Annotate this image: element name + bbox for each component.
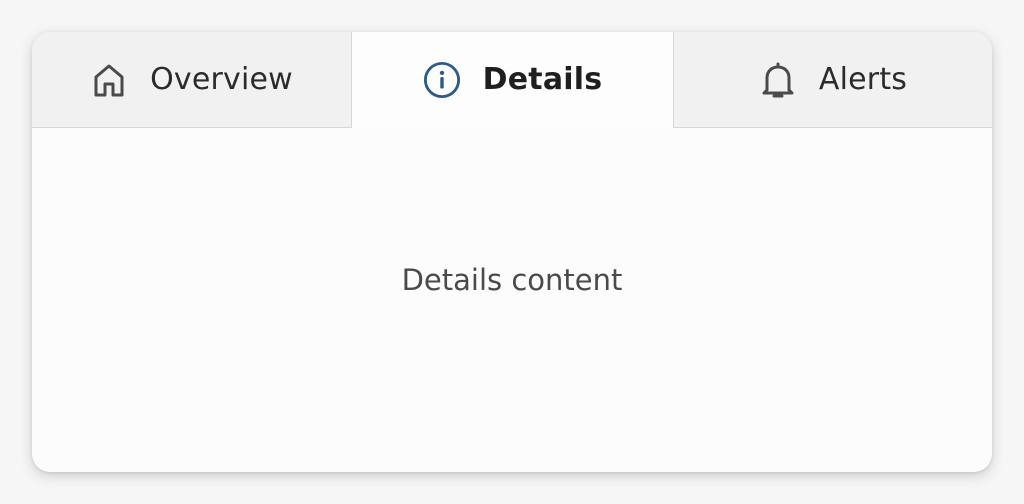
bell-icon <box>759 61 797 99</box>
tabs-card: Overview Details Alerts Details content <box>32 32 992 472</box>
tab-details[interactable]: Details <box>352 32 673 128</box>
tab-alerts-label: Alerts <box>818 61 908 97</box>
tab-overview-label: Overview <box>150 61 293 97</box>
tab-details-label: Details <box>482 62 603 97</box>
home-icon <box>90 61 128 99</box>
tab-overview[interactable]: Overview <box>32 32 352 128</box>
tab-panel: Details content <box>32 128 992 472</box>
tab-panel-text: Details content <box>401 263 623 297</box>
tab-alerts[interactable]: Alerts <box>673 32 992 128</box>
info-icon <box>423 61 461 99</box>
tab-bar: Overview Details Alerts <box>32 32 992 128</box>
